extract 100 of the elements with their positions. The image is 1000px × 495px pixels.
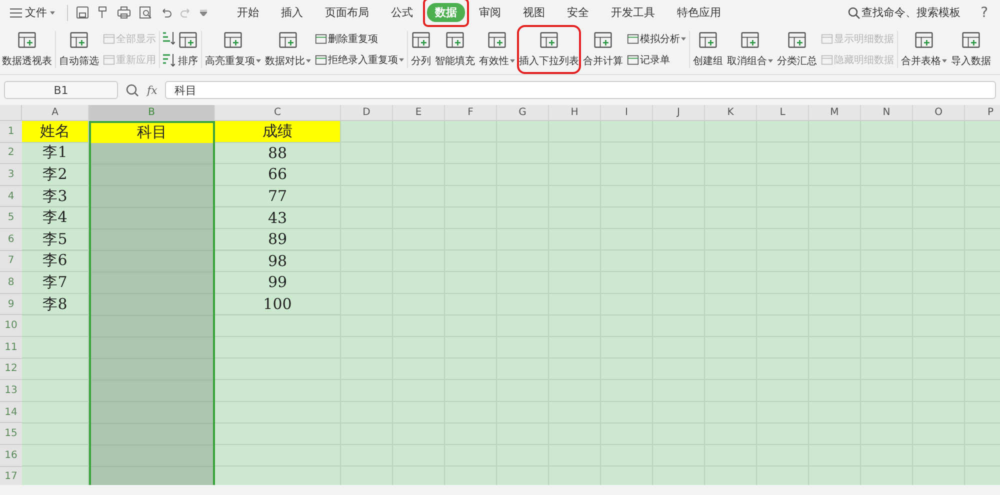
column-header[interactable]: D bbox=[341, 105, 393, 121]
menu-tab[interactable]: 视图 bbox=[515, 3, 553, 22]
ribbon-button[interactable]: 分列 bbox=[409, 25, 433, 74]
row-header[interactable]: 6 bbox=[0, 228, 22, 251]
caret-icon bbox=[942, 59, 947, 63]
zoom-icon[interactable] bbox=[126, 84, 139, 96]
caret-icon bbox=[50, 10, 55, 14]
row-header[interactable]: 14 bbox=[0, 402, 22, 424]
ribbon-button[interactable]: 分类汇总 bbox=[775, 25, 819, 74]
row-header[interactable]: 13 bbox=[0, 380, 22, 402]
row-header[interactable]: 10 bbox=[0, 315, 22, 337]
table-cell: 李4 bbox=[22, 207, 89, 229]
table-cell: 李5 bbox=[22, 228, 89, 251]
table-cell: 77 bbox=[215, 186, 341, 208]
preview-icon[interactable] bbox=[139, 6, 152, 19]
caret-icon bbox=[256, 59, 261, 63]
ribbon-button[interactable]: 合并计算 bbox=[581, 25, 625, 74]
help-button[interactable]: ? bbox=[980, 4, 988, 20]
ribbon-button[interactable]: 创建组 bbox=[691, 25, 725, 74]
menu-tab[interactable]: 插入 bbox=[273, 3, 311, 22]
print-icon[interactable] bbox=[117, 6, 131, 19]
column-header[interactable]: C bbox=[215, 105, 341, 121]
table-cell: 李7 bbox=[22, 272, 89, 294]
column-header[interactable]: N bbox=[861, 105, 913, 121]
row-header[interactable]: 9 bbox=[0, 294, 22, 316]
table-cell: 李2 bbox=[22, 164, 89, 186]
row-header[interactable]: 3 bbox=[0, 164, 22, 186]
column-header[interactable]: L bbox=[757, 105, 809, 121]
column-header[interactable]: E bbox=[393, 105, 445, 121]
ribbon-button[interactable]: 取消组合 bbox=[725, 25, 775, 74]
sheet-icon bbox=[315, 54, 327, 66]
ribbon-button[interactable]: 数据对比 bbox=[263, 25, 313, 74]
sheet-icon bbox=[698, 30, 718, 50]
ribbon-small-button[interactable]: 删除重复项 bbox=[314, 30, 405, 47]
column-header[interactable]: G bbox=[497, 105, 549, 121]
ribbon-small-button[interactable]: 拒绝录入重复项 bbox=[314, 52, 405, 68]
sheet-icon bbox=[787, 30, 807, 50]
row-header[interactable]: 16 bbox=[0, 444, 22, 466]
row-header[interactable]: 7 bbox=[0, 250, 22, 272]
column-header[interactable]: J bbox=[653, 105, 705, 121]
column-header[interactable]: A bbox=[22, 105, 89, 121]
column-header[interactable]: M bbox=[809, 105, 861, 121]
row-header[interactable]: 17 bbox=[0, 466, 22, 485]
ribbon-small-button[interactable]: 模拟分析 bbox=[626, 30, 687, 47]
table-cell: 成绩 bbox=[215, 121, 341, 143]
sort-descending-icon[interactable] bbox=[162, 52, 175, 68]
ribbon-button[interactable]: 高亮重复项 bbox=[203, 25, 263, 74]
row-header[interactable]: 12 bbox=[0, 358, 22, 380]
menu-tab[interactable]: 审阅 bbox=[471, 3, 509, 22]
caret-icon[interactable] bbox=[200, 10, 207, 16]
row-header[interactable]: 15 bbox=[0, 423, 22, 445]
sort-ascending-icon[interactable] bbox=[162, 31, 175, 46]
column-header[interactable]: P bbox=[965, 105, 1000, 121]
column-header[interactable]: H bbox=[549, 105, 601, 121]
search-field[interactable]: 查找命令、搜索模板 bbox=[842, 4, 967, 21]
sheet-icon bbox=[411, 30, 431, 50]
caret-icon bbox=[510, 59, 515, 63]
menu-tab[interactable]: 开发工具 bbox=[603, 3, 663, 22]
file-menu[interactable]: 文件 bbox=[6, 5, 59, 20]
brush-icon[interactable] bbox=[97, 6, 109, 19]
ribbon-button[interactable]: 数据透视表 bbox=[0, 25, 54, 74]
row-header[interactable]: 4 bbox=[0, 186, 22, 208]
undo-icon[interactable] bbox=[160, 6, 172, 18]
sheet-icon bbox=[821, 32, 833, 45]
table-cell: 李8 bbox=[22, 294, 89, 316]
ribbon-button[interactable]: 插入下拉列表 bbox=[517, 25, 581, 74]
ribbon-small-button[interactable]: 记录单 bbox=[626, 52, 687, 68]
ribbon-button[interactable]: 导入数据 bbox=[949, 25, 993, 74]
name-box[interactable]: B1 bbox=[4, 81, 118, 99]
formula-field[interactable]: 科目 bbox=[165, 81, 996, 99]
column-header[interactable]: O bbox=[913, 105, 965, 121]
table-cell: 99 bbox=[215, 272, 341, 294]
table-cell: 李1 bbox=[22, 142, 89, 164]
sheet-icon bbox=[223, 30, 243, 50]
menu-tab[interactable]: 开始 bbox=[229, 3, 267, 22]
fx-label[interactable]: fx bbox=[147, 84, 158, 96]
menu-tab[interactable]: 公式 bbox=[383, 3, 421, 22]
ribbon-button[interactable]: 排序 bbox=[176, 25, 200, 74]
sheet-icon bbox=[487, 30, 507, 50]
sheet-icon bbox=[914, 30, 934, 50]
ribbon-button[interactable]: 合并表格 bbox=[899, 25, 949, 74]
row-header[interactable]: 2 bbox=[0, 142, 22, 164]
table-cell: 李3 bbox=[22, 186, 89, 208]
sheet-icon bbox=[278, 30, 298, 50]
row-header[interactable]: 1 bbox=[0, 121, 22, 143]
row-header[interactable]: 11 bbox=[0, 336, 22, 359]
row-header[interactable]: 8 bbox=[0, 272, 22, 294]
sheet-icon bbox=[69, 30, 89, 50]
column-header[interactable]: K bbox=[705, 105, 757, 121]
save-icon[interactable] bbox=[76, 6, 89, 19]
ribbon-button[interactable]: 有效性 bbox=[477, 25, 517, 74]
ribbon-button[interactable]: 自动筛选 bbox=[57, 25, 101, 74]
row-header[interactable]: 5 bbox=[0, 207, 22, 229]
column-header[interactable]: I bbox=[601, 105, 653, 121]
table-cell: 98 bbox=[215, 250, 341, 272]
menu-tab[interactable]: 页面布局 bbox=[317, 3, 377, 22]
menu-tab[interactable]: 特色应用 bbox=[669, 3, 729, 22]
ribbon-button[interactable]: 智能填充 bbox=[433, 25, 477, 74]
column-header[interactable]: F bbox=[445, 105, 497, 121]
menu-tab[interactable]: 安全 bbox=[559, 3, 597, 22]
